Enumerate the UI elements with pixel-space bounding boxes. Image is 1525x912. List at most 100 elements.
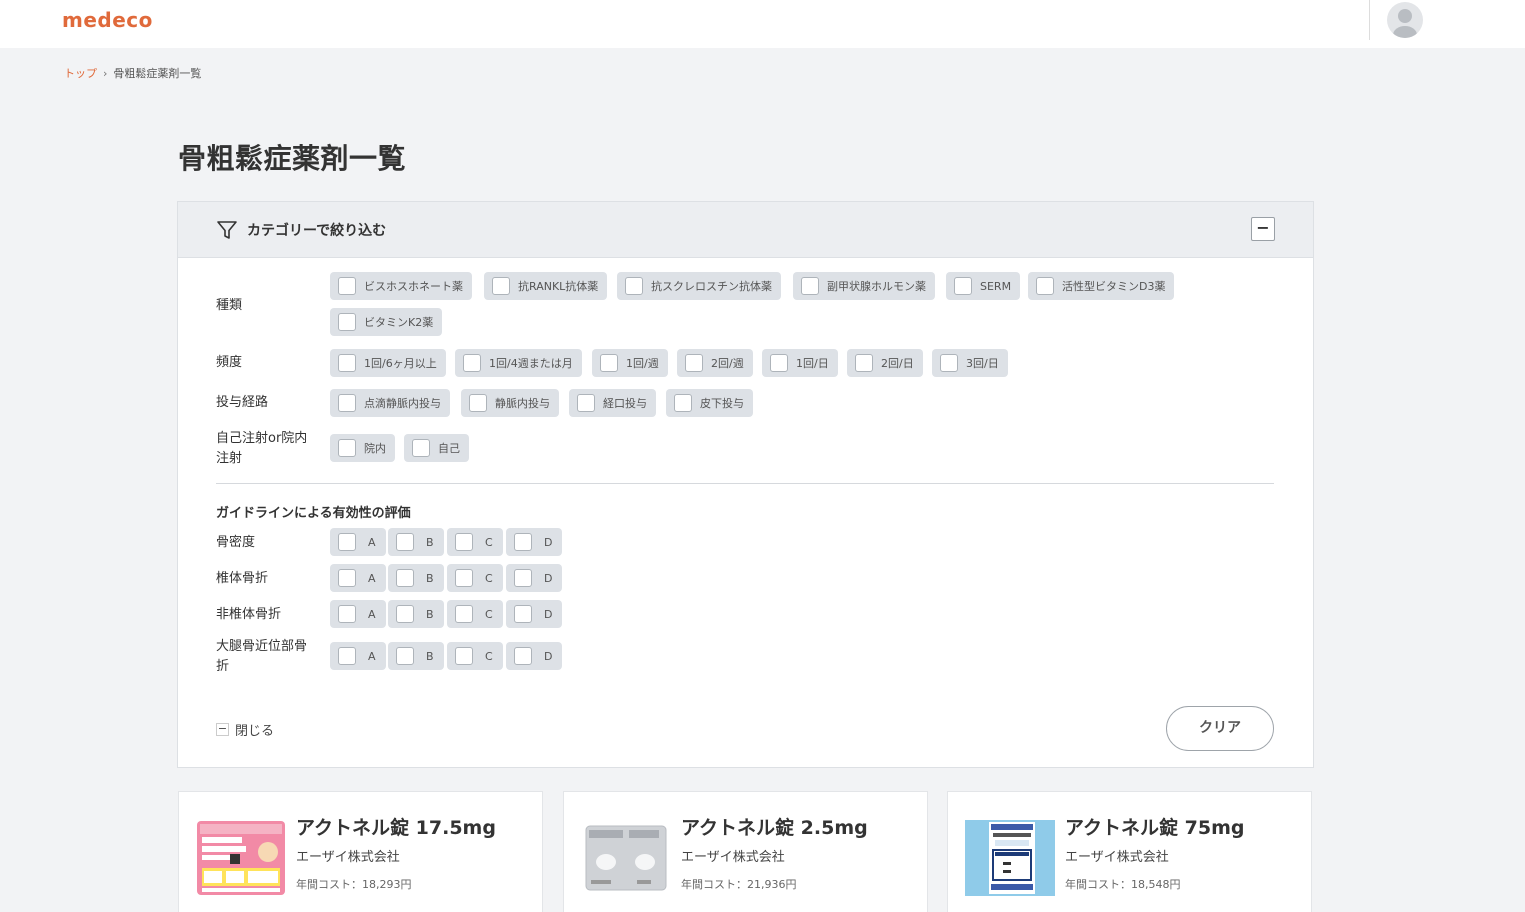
header-divider <box>1369 0 1370 40</box>
checkbox[interactable] <box>338 277 356 295</box>
type-chip[interactable]: 抗スクレロスチン抗体薬 <box>617 272 781 300</box>
checkbox[interactable] <box>338 394 356 412</box>
checkbox[interactable] <box>338 313 356 331</box>
grade-chip[interactable]: A <box>330 642 386 670</box>
grade-chip[interactable]: C <box>447 642 503 670</box>
chip-label: A <box>368 649 376 663</box>
minus-icon: − <box>216 722 229 736</box>
product-name[interactable]: アクトネル錠 2.5mg <box>681 813 868 840</box>
type-chip[interactable]: SERM <box>946 272 1021 300</box>
logo[interactable]: medeco <box>62 8 153 32</box>
type-chip[interactable]: ビタミンK2薬 <box>330 308 443 336</box>
grade-chip[interactable]: B <box>388 564 444 592</box>
product-maker: エーザイ株式会社 <box>681 850 785 865</box>
grade-chip[interactable]: C <box>447 564 503 592</box>
frequency-chip[interactable]: 1回/6ヶ月以上 <box>330 349 446 377</box>
checkbox[interactable] <box>396 533 414 551</box>
checkbox[interactable] <box>514 569 532 587</box>
checkbox[interactable] <box>469 394 487 412</box>
injection-chip[interactable]: 自己 <box>404 434 469 462</box>
checkbox[interactable] <box>396 605 414 623</box>
guideline-row-label: 骨密度 <box>216 535 256 550</box>
checkbox[interactable] <box>338 647 356 665</box>
checkbox[interactable] <box>455 569 473 587</box>
route-chip[interactable]: 静脈内投与 <box>461 389 559 417</box>
checkbox[interactable] <box>770 354 788 372</box>
chip-label: B <box>426 607 434 621</box>
grade-chip[interactable]: D <box>506 642 563 670</box>
clear-button[interactable]: クリア <box>1166 706 1274 751</box>
grade-chip[interactable]: A <box>330 528 386 556</box>
breadcrumb-home-link[interactable]: トップ <box>64 67 97 80</box>
checkbox[interactable] <box>455 647 473 665</box>
frequency-chip[interactable]: 3回/日 <box>932 349 1008 377</box>
product-card[interactable]: アクトネル錠 75mg エーザイ株式会社 年間コスト：18,548円 <box>947 791 1312 912</box>
chip-label: 3回/日 <box>966 357 999 370</box>
package-pink-image <box>197 821 285 895</box>
route-chip[interactable]: 経口投与 <box>569 389 656 417</box>
grade-chip[interactable]: C <box>447 600 503 628</box>
checkbox[interactable] <box>514 533 532 551</box>
checkbox[interactable] <box>396 569 414 587</box>
product-name[interactable]: アクトネル錠 17.5mg <box>296 813 496 840</box>
close-filter-link[interactable]: − 閉じる <box>216 720 274 739</box>
checkbox[interactable] <box>600 354 618 372</box>
chip-label: ビスホスホネート薬 <box>364 280 463 293</box>
checkbox[interactable] <box>577 394 595 412</box>
grade-chip[interactable]: A <box>330 564 386 592</box>
breadcrumb-current: 骨粗鬆症薬剤一覧 <box>113 67 202 80</box>
checkbox[interactable] <box>685 354 703 372</box>
grade-chip[interactable]: D <box>506 564 563 592</box>
checkbox[interactable] <box>338 605 356 623</box>
checkbox[interactable] <box>514 605 532 623</box>
checkbox[interactable] <box>412 439 430 457</box>
type-chip[interactable]: 抗RANKL抗体薬 <box>484 272 608 300</box>
grade-chip[interactable]: B <box>388 642 444 670</box>
frequency-chip[interactable]: 1回/日 <box>762 349 838 377</box>
checkbox[interactable] <box>954 277 972 295</box>
checkbox[interactable] <box>455 533 473 551</box>
grade-chip[interactable]: B <box>388 528 444 556</box>
type-chip[interactable]: 副甲状腺ホルモン薬 <box>793 272 935 300</box>
checkbox[interactable] <box>855 354 873 372</box>
product-name[interactable]: アクトネル錠 75mg <box>1065 813 1245 840</box>
frequency-chip[interactable]: 1回/4週または月 <box>455 349 582 377</box>
chip-label: A <box>368 535 376 549</box>
product-card[interactable]: アクトネル錠 2.5mg エーザイ株式会社 年間コスト：21,936円 <box>563 791 928 912</box>
type-chip[interactable]: 活性型ビタミンD3薬 <box>1028 272 1175 300</box>
checkbox[interactable] <box>338 354 356 372</box>
checkbox[interactable] <box>1036 277 1054 295</box>
checkbox[interactable] <box>338 439 356 457</box>
grade-chip[interactable]: D <box>506 600 563 628</box>
product-card[interactable]: アクトネル錠 17.5mg エーザイ株式会社 年間コスト：18,293円 <box>178 791 543 912</box>
chip-label: 1回/6ヶ月以上 <box>364 357 437 370</box>
frequency-chip[interactable]: 2回/日 <box>847 349 923 377</box>
checkbox[interactable] <box>463 354 481 372</box>
checkbox[interactable] <box>396 647 414 665</box>
checkbox[interactable] <box>514 647 532 665</box>
route-chip[interactable]: 皮下投与 <box>666 389 753 417</box>
product-maker: エーザイ株式会社 <box>1065 850 1169 865</box>
checkbox[interactable] <box>338 569 356 587</box>
frequency-chip[interactable]: 1回/週 <box>592 349 668 377</box>
checkbox[interactable] <box>940 354 958 372</box>
grade-chip[interactable]: D <box>506 528 563 556</box>
grade-chip[interactable]: A <box>330 600 386 628</box>
checkbox[interactable] <box>674 394 692 412</box>
checkbox[interactable] <box>455 605 473 623</box>
product-cost: 年間コスト：21,936円 <box>681 878 797 891</box>
avatar-icon[interactable] <box>1387 2 1423 38</box>
grade-chip[interactable]: C <box>447 528 503 556</box>
checkbox[interactable] <box>625 277 643 295</box>
checkbox[interactable] <box>801 277 819 295</box>
chip-label: C <box>485 571 493 585</box>
filter-panel-header[interactable]: カテゴリーで絞り込む − <box>178 202 1313 258</box>
route-chip[interactable]: 点滴静脈内投与 <box>330 389 450 417</box>
injection-chip[interactable]: 院内 <box>330 434 395 462</box>
type-chip[interactable]: ビスホスホネート薬 <box>330 272 472 300</box>
checkbox[interactable] <box>492 277 510 295</box>
grade-chip[interactable]: B <box>388 600 444 628</box>
collapse-button[interactable]: − <box>1251 217 1275 241</box>
checkbox[interactable] <box>338 533 356 551</box>
frequency-chip[interactable]: 2回/週 <box>677 349 753 377</box>
